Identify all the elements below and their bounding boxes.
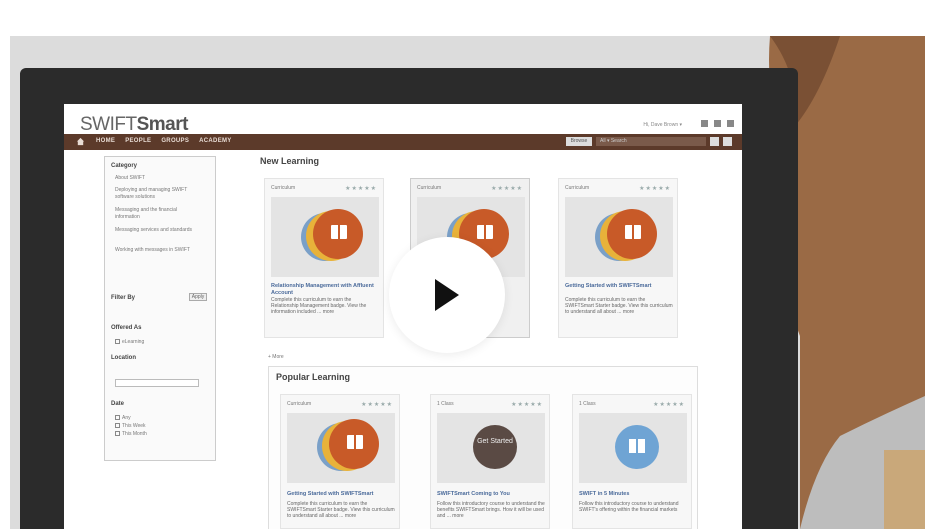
- apply-button[interactable]: Apply: [189, 293, 207, 301]
- course-card[interactable]: Curriculum ★★★★★ Getting Started with SW…: [558, 178, 678, 338]
- search-input[interactable]: All ▾ Search: [596, 137, 706, 146]
- location-heading: Location: [111, 355, 136, 361]
- date-option[interactable]: This Month: [115, 431, 147, 438]
- more-link[interactable]: + More: [268, 354, 284, 360]
- category-item[interactable]: Deploying and managing SWIFT software so…: [115, 187, 197, 201]
- rating-stars-icon: ★★★★★: [639, 186, 671, 192]
- course-card[interactable]: 1 Class ★★★★★ Get Started SWIFTSmart Com…: [430, 394, 550, 529]
- category-item[interactable]: About SWIFT: [115, 175, 205, 182]
- category-item[interactable]: Messaging and the financial information: [115, 207, 197, 221]
- nav-item-people[interactable]: PEOPLE: [125, 138, 151, 144]
- nav-item-home[interactable]: HOME: [96, 138, 115, 144]
- checkbox-icon[interactable]: [115, 415, 120, 421]
- date-heading: Date: [111, 401, 125, 407]
- course-image: [271, 197, 379, 277]
- course-title[interactable]: SWIFT in 5 Minutes: [579, 491, 687, 498]
- filter-heading: Filter By: [111, 295, 136, 301]
- mug: [884, 450, 925, 529]
- rating-stars-icon: ★★★★★: [361, 402, 393, 408]
- course-title[interactable]: Getting Started with SWIFTSmart: [565, 283, 673, 290]
- top-icons: [701, 120, 734, 127]
- rating-stars-icon: ★★★★★: [653, 402, 685, 408]
- course-title[interactable]: Relationship Management with Affluent Ac…: [271, 283, 379, 297]
- course-description: Follow this introductory course to under…: [437, 501, 545, 519]
- checkbox-icon[interactable]: [115, 339, 120, 345]
- course-image: [287, 413, 395, 483]
- rating-stars-icon: ★★★★★: [491, 186, 523, 192]
- nav-item-academy[interactable]: ACADEMY: [199, 138, 231, 144]
- popular-learning-title: Popular Learning: [276, 372, 351, 382]
- notification-icon[interactable]: [714, 120, 721, 127]
- play-button[interactable]: [389, 237, 505, 353]
- new-learning-title: New Learning: [260, 156, 320, 166]
- book-icon: [615, 425, 659, 469]
- course-image: [565, 197, 673, 277]
- category-item[interactable]: Messaging services and standards: [115, 227, 197, 234]
- rating-stars-icon: ★★★★★: [345, 186, 377, 192]
- user-menu[interactable]: Hi, Dave Brown ▾: [643, 122, 682, 128]
- brand-logo: SWIFTSmart: [80, 114, 188, 135]
- course-description: Complete this curriculum to earn the Rel…: [271, 297, 367, 315]
- date-option[interactable]: This Week: [115, 423, 146, 430]
- offered-heading: Offered As: [111, 325, 142, 331]
- book-icon: [595, 205, 657, 267]
- course-title[interactable]: Getting Started with SWIFTSmart: [287, 491, 395, 498]
- nav-item-groups[interactable]: GROUPS: [161, 138, 189, 144]
- course-description: Follow this introductory course to under…: [579, 501, 679, 513]
- book-icon: [301, 205, 363, 267]
- course-card[interactable]: Curriculum ★★★★★ Relationship Management…: [264, 178, 384, 338]
- rating-stars-icon: ★★★★★: [511, 402, 543, 408]
- get-started-badge: Get Started: [473, 425, 517, 469]
- course-description: Complete this curriculum to earn the SWI…: [565, 297, 673, 315]
- grid-icon[interactable]: [701, 120, 708, 127]
- course-description: Complete this curriculum to earn the SWI…: [287, 501, 395, 519]
- checkbox-icon[interactable]: [115, 431, 120, 437]
- search-icon[interactable]: [710, 137, 719, 146]
- help-icon[interactable]: [723, 137, 732, 146]
- category-heading: Category: [111, 163, 138, 169]
- video-thumbnail[interactable]: SWIFTSmart Hi, Dave Brown ▾ HOME PEOPLE …: [0, 0, 925, 529]
- checkbox-icon[interactable]: [115, 423, 120, 429]
- book-icon: [317, 415, 379, 477]
- play-icon: [435, 279, 459, 311]
- course-card[interactable]: 1 Class ★★★★★ SWIFT in 5 Minutes Follow …: [572, 394, 692, 529]
- date-option[interactable]: Any: [115, 415, 131, 422]
- course-title[interactable]: SWIFTSmart Coming to You: [437, 491, 545, 498]
- home-icon[interactable]: [76, 137, 85, 146]
- category-item[interactable]: Working with messages in SWIFT: [115, 247, 197, 254]
- course-image: [579, 413, 687, 483]
- browse-button[interactable]: Browse: [566, 137, 592, 146]
- filter-sidebar: Category About SWIFT Deploying and manag…: [104, 156, 216, 461]
- location-select[interactable]: [115, 379, 199, 387]
- offered-option[interactable]: eLearning: [115, 339, 144, 346]
- course-card[interactable]: Curriculum ★★★★★ Getting Started with SW…: [280, 394, 400, 529]
- navbar: HOME PEOPLE GROUPS ACADEMY Browse All ▾ …: [64, 134, 742, 150]
- course-image: Get Started: [437, 413, 545, 483]
- settings-icon[interactable]: [727, 120, 734, 127]
